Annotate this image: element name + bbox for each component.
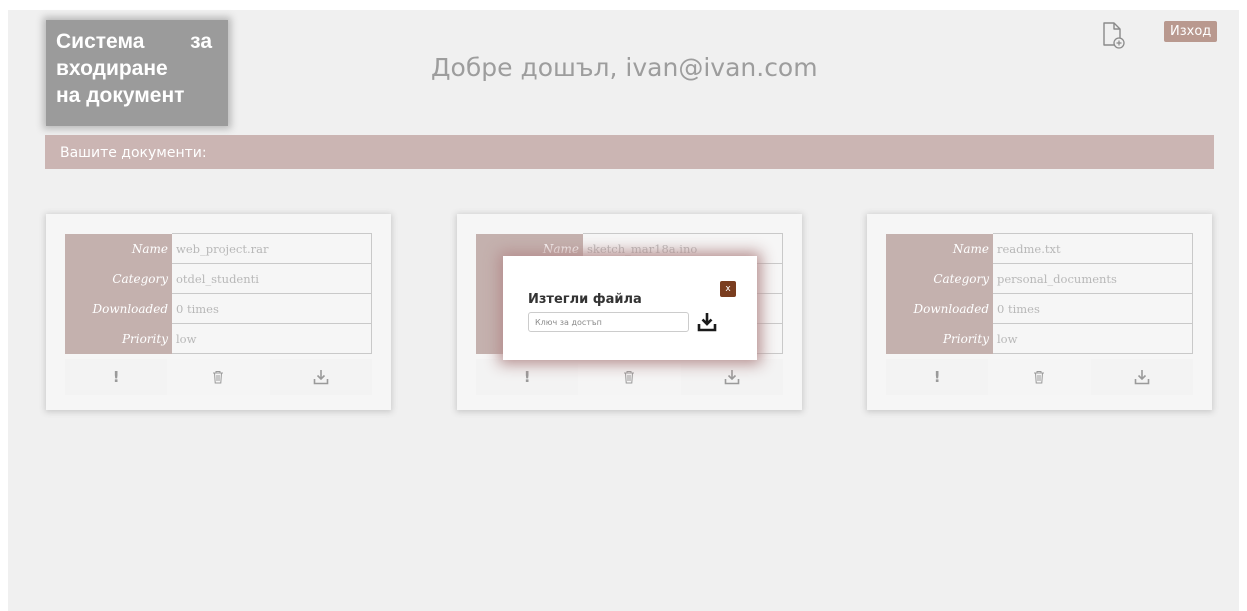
downloaded-value: 0 times bbox=[993, 293, 1193, 324]
document-card: Name readme.txt Category personal_docume… bbox=[867, 214, 1212, 410]
card-actions: ! bbox=[886, 359, 1193, 395]
exclamation-icon: ! bbox=[112, 368, 120, 386]
name-value: web_project.rar bbox=[172, 233, 372, 264]
info-row-priority: Priority low bbox=[886, 323, 1193, 354]
page-background: Система за входиране на документ Добре д… bbox=[8, 10, 1239, 611]
card-actions: ! bbox=[65, 359, 372, 395]
trash-icon bbox=[624, 371, 635, 384]
modal-download-button[interactable] bbox=[697, 311, 717, 333]
download-button[interactable] bbox=[1090, 359, 1193, 395]
category-label: Category bbox=[886, 263, 993, 294]
download-modal: Изтегли файла x bbox=[503, 256, 757, 360]
info-row-category: Category personal_documents bbox=[886, 263, 1193, 294]
info-row-name: Name web_project.rar bbox=[65, 233, 372, 264]
access-key-input[interactable] bbox=[528, 312, 689, 332]
modal-title: Изтегли файла bbox=[528, 292, 642, 307]
set-priority-button[interactable]: ! bbox=[65, 359, 168, 395]
download-icon bbox=[313, 370, 329, 385]
priority-label: Priority bbox=[886, 323, 993, 354]
delete-button[interactable] bbox=[167, 359, 270, 395]
logo-word-1: Система bbox=[56, 30, 145, 53]
modal-close-button[interactable]: x bbox=[720, 281, 736, 297]
delete-button[interactable] bbox=[988, 359, 1091, 395]
category-value: otdel_studenti bbox=[172, 263, 372, 294]
priority-value: low bbox=[172, 323, 372, 354]
category-label: Category bbox=[65, 263, 172, 294]
info-row-category: Category otdel_studenti bbox=[65, 263, 372, 294]
document-info-table: Name readme.txt Category personal_docume… bbox=[886, 233, 1193, 354]
exclamation-icon: ! bbox=[933, 368, 941, 386]
welcome-text: Добре дошъл, ivan@ivan.com bbox=[431, 53, 818, 82]
logo-word-2: за bbox=[190, 30, 212, 53]
downloaded-value: 0 times bbox=[172, 293, 372, 324]
download-button[interactable] bbox=[269, 359, 372, 395]
info-row-priority: Priority low bbox=[65, 323, 372, 354]
logo-line-3: на документ bbox=[56, 84, 185, 107]
logo-line-2: входиране bbox=[56, 57, 168, 80]
name-label: Name bbox=[886, 233, 993, 264]
name-value: readme.txt bbox=[993, 233, 1193, 264]
downloaded-label: Downloaded bbox=[65, 293, 172, 324]
trash-icon bbox=[213, 371, 224, 384]
info-row-name: Name readme.txt bbox=[886, 233, 1193, 264]
set-priority-button[interactable]: ! bbox=[476, 359, 579, 395]
info-row-downloaded: Downloaded 0 times bbox=[65, 293, 372, 324]
file-add-icon bbox=[1103, 22, 1125, 49]
document-card: Name web_project.rar Category otdel_stud… bbox=[46, 214, 391, 410]
priority-label: Priority bbox=[65, 323, 172, 354]
logout-button[interactable]: Изход bbox=[1164, 21, 1218, 42]
trash-icon bbox=[1034, 371, 1045, 384]
document-info-table: Name web_project.rar Category otdel_stud… bbox=[65, 233, 372, 354]
download-icon bbox=[697, 313, 717, 332]
app-logo: Система за входиране на документ bbox=[46, 20, 228, 126]
card-actions: ! bbox=[476, 359, 783, 395]
info-row-downloaded: Downloaded 0 times bbox=[886, 293, 1193, 324]
download-icon bbox=[1134, 370, 1150, 385]
downloaded-label: Downloaded bbox=[886, 293, 993, 324]
download-icon bbox=[724, 370, 740, 385]
priority-value: low bbox=[993, 323, 1193, 354]
delete-button[interactable] bbox=[578, 359, 681, 395]
download-button[interactable] bbox=[680, 359, 783, 395]
name-label: Name bbox=[65, 233, 172, 264]
category-value: personal_documents bbox=[993, 263, 1193, 294]
set-priority-button[interactable]: ! bbox=[886, 359, 989, 395]
add-document-button[interactable] bbox=[1101, 21, 1127, 51]
exclamation-icon: ! bbox=[523, 368, 531, 386]
documents-section-header: Вашите документи: bbox=[45, 135, 1214, 169]
